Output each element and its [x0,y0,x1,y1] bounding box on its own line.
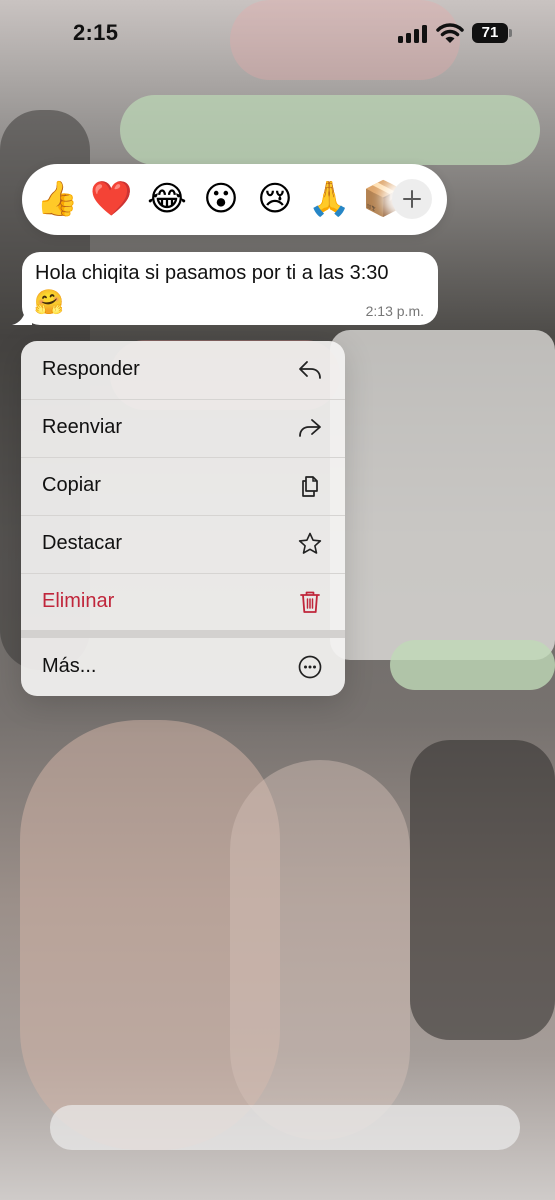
context-menu: Responder Reenviar Copiar Destacar Elimi… [21,341,345,696]
cellular-signal-icon [398,25,430,43]
menu-item-label: Responder [42,358,140,380]
reply-icon [299,361,321,379]
menu-item-reenviar[interactable]: Reenviar [21,399,345,457]
ellipsis-circle-icon [298,655,322,679]
menu-item-label: Eliminar [42,590,115,612]
menu-section-divider [21,630,345,638]
battery-icon: 71 [472,23,512,43]
forward-icon [299,419,321,437]
message-bubble[interactable]: Hola chiqita si pasamos por ti a las 3:3… [22,252,438,325]
tears-of-joy-emoji[interactable]: 😂 [146,180,188,218]
battery-level: 71 [472,23,508,43]
red-heart-emoji[interactable]: ❤️ [90,180,132,218]
star-icon [298,532,322,554]
menu-item-label: Más... [42,655,97,677]
trash-icon [300,591,320,613]
menu-item-label: Reenviar [42,416,123,438]
wifi-icon [436,23,464,43]
hugging-face-emoji: 🤗 [34,288,64,316]
message-text: Hola chiqita si pasamos por ti a las 3:3… [35,262,389,284]
folded-hands-emoji[interactable]: 🙏 [308,180,350,218]
menu-item-responder[interactable]: Responder [21,341,345,399]
status-time: 2:15 [73,20,119,45]
menu-item-eliminar[interactable]: Eliminar [21,573,345,631]
reaction-bar: 👍 ❤️ 😂 😮 😢 🙏 📦 [22,164,447,235]
menu-item-label: Destacar [42,532,123,554]
menu-item-mas[interactable]: Más... [21,638,345,696]
plus-icon[interactable] [392,179,432,219]
message-timestamp: 2:13 p.m. [365,303,424,319]
surprised-face-emoji[interactable]: 😮 [200,180,242,218]
menu-item-destacar[interactable]: Destacar [21,515,345,573]
menu-item-copiar[interactable]: Copiar [21,457,345,515]
thumbs-up-emoji[interactable]: 👍 [36,180,78,218]
status-bar: 2:15 71 [0,0,555,66]
menu-item-label: Copiar [42,474,101,496]
crying-face-emoji[interactable]: 😢 [254,180,296,218]
copy-icon [302,476,318,497]
